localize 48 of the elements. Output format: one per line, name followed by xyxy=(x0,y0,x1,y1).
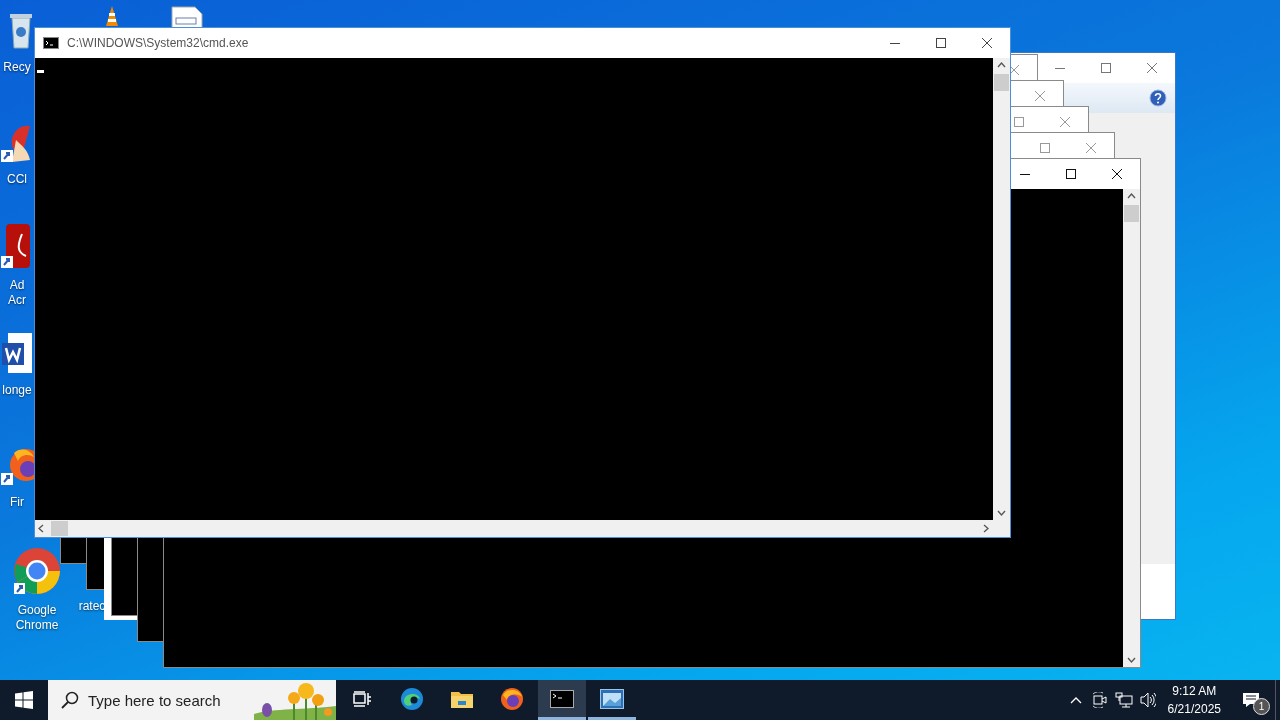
task-view-icon xyxy=(352,690,372,707)
browser-icon[interactable] xyxy=(13,547,61,595)
maximize-icon xyxy=(1014,117,1024,127)
browser-icon xyxy=(400,686,424,711)
notification-count: 1 xyxy=(1253,698,1270,715)
scroll-thumb[interactable] xyxy=(994,74,1009,91)
maximize-icon xyxy=(1101,63,1111,73)
fox-icon xyxy=(500,686,524,711)
icon-label[interactable]: Recy xyxy=(3,60,31,75)
traffic-cone-icon[interactable] xyxy=(103,5,121,27)
panel-background xyxy=(1141,564,1175,619)
close-icon xyxy=(1035,91,1045,101)
search-icon xyxy=(61,691,79,709)
close-icon xyxy=(1086,143,1096,153)
window-title: C:\WINDOWS\System32\cmd.exe xyxy=(67,36,249,50)
close-icon xyxy=(1060,117,1070,127)
close-icon xyxy=(1147,63,1157,73)
notifications-button[interactable]: 1 xyxy=(1229,680,1273,720)
volume-icon xyxy=(1139,692,1156,708)
close-icon xyxy=(982,38,992,48)
help-icon[interactable] xyxy=(1149,89,1167,107)
icon-label[interactable]: Fir xyxy=(10,495,24,510)
taskbar-app-button[interactable] xyxy=(538,680,586,720)
terminal-icon xyxy=(550,689,574,708)
icon-label[interactable]: longe xyxy=(2,383,32,398)
picture-viewer-icon xyxy=(600,688,624,709)
close-icon xyxy=(1112,169,1122,179)
clock-date: 6/21/2025 xyxy=(1167,701,1221,718)
document-icon[interactable] xyxy=(171,6,203,28)
icon-label[interactable]: Google Chrome xyxy=(0,603,74,633)
clock-time: 9:12 AM xyxy=(1171,683,1218,700)
maximize-icon xyxy=(1040,143,1050,153)
scroll-thumb[interactable] xyxy=(51,521,68,536)
clock[interactable]: 9:12 AM 6/21/2025 xyxy=(1159,682,1229,718)
icon-label[interactable]: CCl xyxy=(7,172,27,187)
icon-label[interactable]: Ad Acr xyxy=(0,278,34,308)
close-icon xyxy=(1009,65,1019,75)
windows-logo-icon xyxy=(15,691,33,709)
terminal-icon xyxy=(43,37,59,49)
chevron-up-icon xyxy=(1069,695,1082,705)
icon-label[interactable]: ratec xyxy=(78,599,106,614)
text-cursor xyxy=(37,70,44,73)
maximize-icon xyxy=(1066,169,1076,179)
camera-icon xyxy=(1092,692,1108,708)
document-icon[interactable] xyxy=(0,333,34,375)
scroll-thumb[interactable] xyxy=(1124,205,1139,222)
network-icon xyxy=(1114,692,1133,708)
maximize-icon xyxy=(936,38,946,48)
